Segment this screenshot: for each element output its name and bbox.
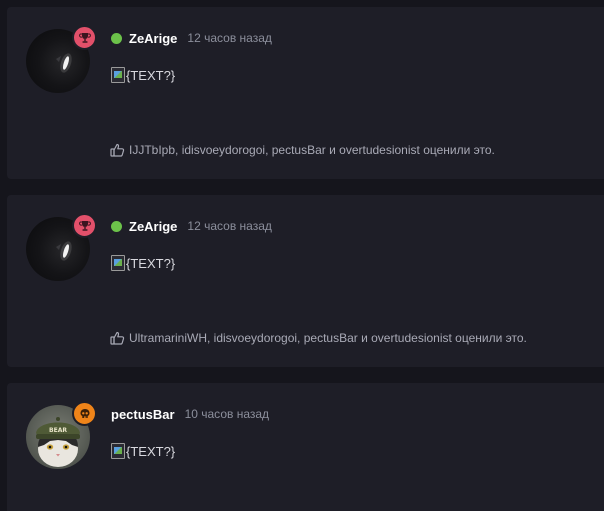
trophy-badge xyxy=(72,213,97,238)
online-status-icon xyxy=(111,32,122,44)
post-header: ZeArige 12 часов назад xyxy=(111,29,272,47)
image-alt-text: {TEXT?} xyxy=(126,255,176,271)
likes-summary: IJJTbIpb, idisvoeydorogoi, pectusBar и o… xyxy=(110,143,495,157)
skull-icon xyxy=(80,408,89,418)
post-header: ZeArige 12 часов назад xyxy=(111,217,272,235)
skull-badge xyxy=(72,401,97,426)
broken-image-icon xyxy=(111,255,125,271)
comment-post: BEAR pectusBar 10 часов назад {TEXT?} xyxy=(7,383,604,511)
likes-text[interactable]: UltramariniWH, idisvoeydorogoi, pectusBa… xyxy=(129,331,527,345)
image-alt-text: {TEXT?} xyxy=(126,67,176,83)
post-timestamp[interactable]: 12 часов назад xyxy=(187,219,271,233)
image-alt-text: {TEXT?} xyxy=(126,443,176,459)
author-name[interactable]: pectusBar xyxy=(111,407,175,422)
author-name[interactable]: ZeArige xyxy=(129,219,177,234)
thumbs-up-icon[interactable] xyxy=(110,143,125,157)
broken-image-icon xyxy=(111,443,125,459)
post-content: {TEXT?} xyxy=(111,65,175,85)
online-status-icon xyxy=(111,220,122,232)
thumbs-up-icon[interactable] xyxy=(110,331,125,345)
trophy-badge xyxy=(72,25,97,50)
broken-image-icon xyxy=(111,67,125,83)
likes-summary: UltramariniWH, idisvoeydorogoi, pectusBa… xyxy=(110,331,527,345)
cap-logo-text: BEAR xyxy=(49,427,67,434)
post-content: {TEXT?} xyxy=(111,441,175,461)
likes-text[interactable]: IJJTbIpb, idisvoeydorogoi, pectusBar и o… xyxy=(129,143,495,157)
post-content: {TEXT?} xyxy=(111,253,175,273)
author-name[interactable]: ZeArige xyxy=(129,31,177,46)
trophy-icon xyxy=(78,32,91,43)
post-timestamp[interactable]: 12 часов назад xyxy=(187,31,271,45)
comment-post: ZeArige 12 часов назад {TEXT?} IJJTbIpb,… xyxy=(7,7,604,179)
trophy-icon xyxy=(78,220,91,231)
comment-feed: ZeArige 12 часов назад {TEXT?} IJJTbIpb,… xyxy=(0,0,604,511)
post-timestamp[interactable]: 10 часов назад xyxy=(185,407,269,421)
post-header: pectusBar 10 часов назад xyxy=(111,405,269,423)
comment-post: ZeArige 12 часов назад {TEXT?} Ultramari… xyxy=(7,195,604,367)
